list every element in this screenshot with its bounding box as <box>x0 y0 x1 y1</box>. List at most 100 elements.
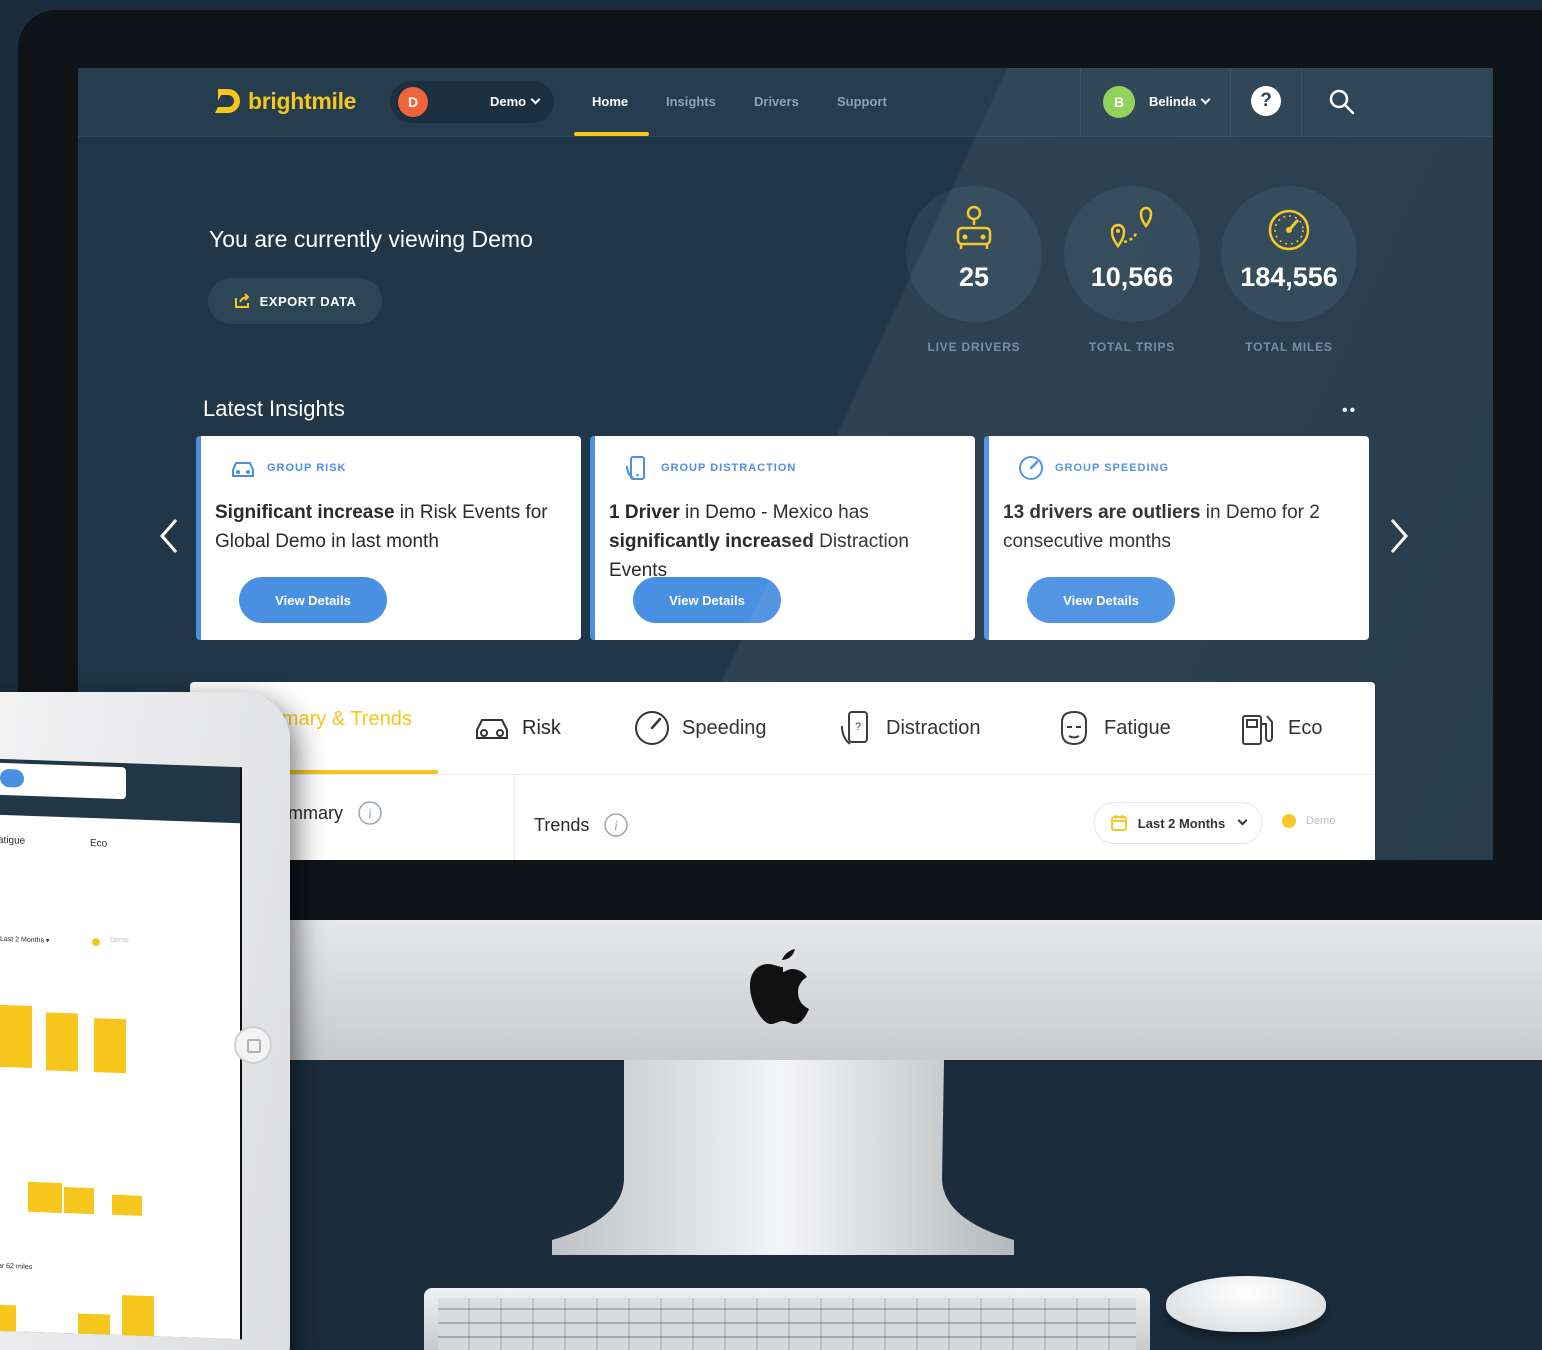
user-name: Belinda <box>1149 94 1196 109</box>
card-tag: GROUP SPEEDING <box>1055 462 1170 474</box>
calendar-icon <box>1110 815 1127 831</box>
user-menu[interactable]: B Belinda <box>1080 68 1231 136</box>
panel-divider <box>514 774 515 860</box>
ipad-chart-bar <box>46 1012 78 1072</box>
chevron-down-icon <box>530 94 541 105</box>
stat-live-drivers: 25 LIVE DRIVERS <box>906 186 1042 354</box>
org-avatar: D <box>398 87 428 117</box>
org-name: Demo <box>490 94 527 109</box>
chevron-down-icon <box>1200 94 1211 105</box>
insight-card: GROUP RISK Significant increase in Risk … <box>196 436 581 640</box>
svg-text:?: ? <box>855 721 861 733</box>
ipad-screen: atigue Eco Last 2 Months ▾ Demo ar 62 mi… <box>0 756 242 1340</box>
svg-text:i: i <box>368 807 372 822</box>
driver-location-icon <box>956 205 992 249</box>
nav-home[interactable]: Home <box>592 94 628 109</box>
card-highlight: Significant increase <box>215 502 395 523</box>
product-mockup: brightmile D Demo Home Insights Drivers … <box>0 0 1542 1350</box>
nav-drivers[interactable]: Drivers <box>754 94 799 109</box>
search-icon[interactable] <box>1328 88 1356 116</box>
ipad-tab-fatigue[interactable]: atigue <box>0 835 25 847</box>
view-details-button[interactable]: View Details <box>1027 577 1175 623</box>
legend-label: Demo <box>1306 815 1336 827</box>
svg-text:i: i <box>614 819 618 834</box>
ipad-chart-bar <box>28 1181 62 1213</box>
stat-value: 10,566 <box>1090 262 1174 292</box>
speedometer-icon <box>635 711 669 745</box>
tab-eco[interactable]: Eco <box>1238 708 1322 748</box>
brightmile-logo-icon <box>215 89 240 113</box>
tab-label: Risk <box>522 716 561 739</box>
view-details-button[interactable]: View Details <box>239 577 387 623</box>
mouse <box>1166 1276 1326 1332</box>
logo-text: brightmile <box>248 87 357 114</box>
legend-dot <box>1282 814 1296 828</box>
page-title: You are currently viewing Demo <box>209 226 533 252</box>
route-icon <box>1110 206 1153 249</box>
carousel-prev-icon[interactable] <box>156 516 182 556</box>
carousel-next-icon[interactable] <box>1386 516 1412 556</box>
period-selector[interactable]: Last 2 Months <box>1094 802 1262 844</box>
trends-label: Trends <box>534 814 590 835</box>
car-icon <box>476 719 508 739</box>
export-label: EXPORT DATA <box>259 293 357 309</box>
ipad-period[interactable]: Last 2 Months ▾ <box>0 935 49 945</box>
ipad-pill <box>0 768 24 788</box>
help-button[interactable]: ? <box>1230 68 1302 136</box>
ipad-chart-bar <box>94 1018 126 1074</box>
tab-label: Distraction <box>886 716 981 739</box>
nav-insights[interactable]: Insights <box>666 94 716 109</box>
card-highlight: 13 drivers are outliers <box>1003 502 1201 523</box>
ipad-chart-bar <box>64 1187 94 1215</box>
stat-label: TOTAL TRIPS <box>1088 340 1176 354</box>
export-data-button[interactable]: EXPORT DATA <box>208 278 382 324</box>
card-highlight: significantly increased <box>609 531 814 552</box>
card-tag: GROUP RISK <box>267 462 347 474</box>
tab-label: Eco <box>1288 716 1323 739</box>
top-navbar: brightmile D Demo Home Insights Drivers … <box>78 68 1493 137</box>
card-text: in Demo - Mexico has <box>679 502 869 523</box>
more-icon[interactable]: •• <box>1342 402 1357 420</box>
series-legend: Demo <box>1282 814 1335 828</box>
apple-logo-icon <box>750 949 809 1024</box>
fuel-pump-icon <box>1242 715 1273 745</box>
keyboard <box>424 1288 1150 1350</box>
category-tabs: ummary & Trends Risk Speeding ? Distract… <box>190 682 1375 775</box>
stat-total-miles: 184,556 TOTAL MILES <box>1221 186 1357 354</box>
info-icon[interactable]: i <box>357 800 383 826</box>
brand-logo[interactable]: brightmile <box>212 86 356 116</box>
tired-face-icon <box>1061 710 1087 746</box>
tab-fatigue[interactable]: Fatigue <box>1054 708 1171 748</box>
view-details-button[interactable]: View Details <box>633 577 781 623</box>
chevron-down-icon <box>1237 815 1248 825</box>
org-switcher[interactable]: D Demo <box>390 81 554 123</box>
help-icon: ? <box>1251 86 1281 116</box>
ipad-chart-bar <box>0 1004 32 1068</box>
card-highlight: 1 Driver <box>609 502 680 523</box>
car-icon <box>232 462 254 477</box>
tab-distraction[interactable]: ? Distraction <box>836 708 980 748</box>
insight-card: GROUP SPEEDING 13 drivers are outliers i… <box>984 436 1369 640</box>
stat-value: 184,556 <box>1240 262 1338 292</box>
insight-card: GROUP DISTRACTION 1 Driver in Demo - Mex… <box>590 436 975 640</box>
stat-value: 25 <box>958 262 990 292</box>
nav-support[interactable]: Support <box>837 94 887 109</box>
tab-label: Fatigue <box>1104 716 1171 739</box>
card-tag: GROUP DISTRACTION <box>661 462 797 474</box>
speed-icon <box>1019 456 1043 480</box>
tab-label: Speeding <box>682 716 767 739</box>
ipad-chart-bar <box>122 1295 154 1340</box>
ipad-tab-eco[interactable]: Eco <box>90 838 107 850</box>
phone-hand-icon: ? <box>841 711 868 745</box>
stat-label: LIVE DRIVERS <box>927 340 1021 354</box>
ipad-legend-label: Demo <box>110 936 129 945</box>
ipad-home-button[interactable] <box>234 1026 272 1064</box>
stat-total-trips: 10,566 TOTAL TRIPS <box>1064 186 1200 354</box>
stat-label: TOTAL MILES <box>1245 340 1333 354</box>
tab-speeding[interactable]: Speeding <box>632 708 767 748</box>
ipad-chart-bar <box>112 1194 142 1216</box>
tab-risk[interactable]: Risk <box>472 708 561 748</box>
info-icon[interactable]: i <box>603 812 629 838</box>
imac-screen: brightmile D Demo Home Insights Drivers … <box>78 68 1493 860</box>
phone-icon <box>626 456 645 480</box>
